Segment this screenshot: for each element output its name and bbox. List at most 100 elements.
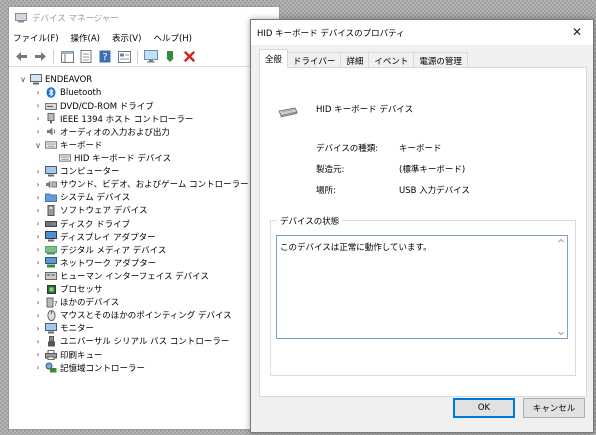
tab-general[interactable]: 全般: [259, 49, 289, 68]
tree-category-label: オーディオの入力および出力: [60, 127, 170, 138]
tree-category-label: マウスとそのほかのポインティング デバイス: [60, 311, 232, 322]
update-driver-icon[interactable]: [162, 49, 178, 65]
expand-chevron-icon[interactable]: ›: [33, 101, 43, 110]
expand-chevron-icon[interactable]: ›: [33, 311, 43, 320]
expand-chevron-icon[interactable]: ›: [33, 219, 43, 228]
monitor-icon: [45, 322, 57, 334]
usb-icon: [45, 335, 57, 347]
expand-chevron-icon[interactable]: ›: [33, 258, 43, 267]
collapse-chevron-icon[interactable]: ∨: [18, 75, 28, 84]
expand-chevron-icon[interactable]: ›: [33, 206, 43, 215]
device-status-textbox[interactable]: このデバイスは正常に動作しています。: [276, 235, 568, 339]
status-scrollbar[interactable]: [555, 236, 567, 338]
back-arrow-icon[interactable]: [13, 49, 29, 65]
sound-video-icon: [45, 179, 57, 190]
menu-action[interactable]: 操作(A): [71, 32, 100, 44]
expand-chevron-icon[interactable]: ›: [33, 193, 43, 202]
keyboard-icon: [45, 140, 57, 151]
storage-controller-icon: [45, 362, 57, 373]
manufacturer-row: 製造元: (標準キーボード): [316, 163, 465, 175]
expand-chevron-icon[interactable]: ›: [33, 324, 43, 333]
tree-category-other-devices[interactable]: › ? ほかのデバイス: [9, 296, 279, 309]
expand-chevron-icon[interactable]: ›: [33, 88, 43, 97]
menu-file[interactable]: ファイル(F): [13, 32, 59, 44]
expand-chevron-icon[interactable]: ›: [33, 232, 43, 241]
tree-category-monitors[interactable]: › モニター: [9, 322, 279, 335]
menu-help[interactable]: ヘルプ(H): [153, 32, 192, 44]
manufacturer-label: 製造元:: [316, 165, 345, 175]
tree-category-print-queues[interactable]: › 印刷キュー: [9, 348, 279, 361]
unknown-device-icon: ?: [45, 297, 57, 308]
tree-category-ieee1394[interactable]: › IEEE 1394 ホスト コントローラー: [9, 112, 279, 125]
tree-category-sound-video-game[interactable]: › サウンド、ビデオ、およびゲーム コントローラー: [9, 178, 279, 191]
tree-category-network-adapters[interactable]: › ネットワーク アダプター: [9, 256, 279, 269]
tree-category-label: ヒューマン インターフェイス デバイス: [60, 271, 209, 282]
tree-category-disk-drives[interactable]: › ディスク ドライブ: [9, 217, 279, 230]
ok-button[interactable]: OK: [453, 398, 515, 418]
help-icon[interactable]: ?: [97, 49, 113, 65]
location-value: USB 入力デバイス: [399, 186, 470, 196]
tree-category-bluetooth[interactable]: › Bluetooth: [9, 86, 279, 99]
tree-category-label: キーボード: [60, 141, 103, 152]
tree-category-software-devices[interactable]: › ソフトウェア デバイス: [9, 204, 279, 217]
tree-category-label: ディスプレイ アダプター: [60, 232, 156, 243]
tree-category-label: サウンド、ビデオ、およびゲーム コントローラー: [60, 180, 249, 191]
processor-icon: [45, 284, 57, 295]
collapse-chevron-icon[interactable]: ∨: [33, 141, 43, 150]
tab-events[interactable]: イベント: [368, 52, 415, 68]
tree-category-label: IEEE 1394 ホスト コントローラー: [60, 114, 194, 125]
device-status-text: このデバイスは正常に動作しています。: [280, 243, 432, 253]
expand-chevron-icon[interactable]: ›: [33, 285, 43, 294]
tab-details[interactable]: 詳細: [340, 52, 370, 68]
device-type-value: キーボード: [399, 144, 442, 154]
expand-chevron-icon[interactable]: ›: [33, 363, 43, 372]
tree-category-audio-io[interactable]: › オーディオの入力および出力: [9, 125, 279, 138]
show-hide-tree-icon[interactable]: [59, 49, 75, 65]
cancel-button[interactable]: キャンセル: [523, 398, 585, 418]
tree-category-digital-media[interactable]: › デジタル メディア デバイス: [9, 243, 279, 256]
tree-category-keyboard[interactable]: ∨ キーボード: [9, 138, 279, 152]
toolbar: ?: [9, 47, 279, 67]
tree-category-hid[interactable]: › ヒューマン インターフェイス デバイス: [9, 269, 279, 282]
expand-chevron-icon[interactable]: ›: [33, 167, 43, 176]
tree-category-usb[interactable]: › ユニバーサル シリアル バス コントローラー: [9, 335, 279, 348]
menu-bar: ファイル(F) 操作(A) 表示(V) ヘルプ(H): [9, 29, 279, 47]
expand-chevron-icon[interactable]: ›: [33, 271, 43, 280]
disk-drive-icon: [45, 218, 57, 229]
tab-driver[interactable]: ドライバー: [287, 52, 342, 68]
tree-category-mice[interactable]: › マウスとそのほかのポインティング デバイス: [9, 309, 279, 322]
forward-arrow-icon[interactable]: [32, 49, 48, 65]
tree-category-system-devices[interactable]: › システム デバイス: [9, 191, 279, 204]
digital-media-icon: [45, 244, 57, 255]
tree-category-dvd[interactable]: › DVD/CD-ROM ドライブ: [9, 99, 279, 112]
properties-title: HID キーボード デバイスのプロパティ: [257, 28, 405, 39]
tree-category-storage-controllers[interactable]: › 記憶域コントローラー: [9, 361, 279, 374]
toolbar-separator: [53, 49, 54, 64]
expand-chevron-icon[interactable]: ›: [33, 298, 43, 307]
expand-chevron-icon[interactable]: ›: [33, 180, 43, 189]
tree-device-label: HID キーボード デバイス: [74, 154, 172, 165]
expand-chevron-icon[interactable]: ›: [33, 337, 43, 346]
tree-category-label: ほかのデバイス: [60, 298, 120, 309]
device-manager-title: デバイス マネージャー: [32, 14, 119, 24]
view-resources-icon[interactable]: [116, 49, 132, 65]
scan-hardware-icon[interactable]: [143, 49, 159, 65]
tree-root[interactable]: ∨ ENDEAVOR: [9, 73, 279, 86]
properties-sheet-icon[interactable]: [78, 49, 94, 65]
tree-device-hid-keyboard[interactable]: HID キーボード デバイス: [9, 152, 279, 165]
expand-chevron-icon[interactable]: ›: [33, 350, 43, 359]
tree-category-processors[interactable]: › プロセッサ: [9, 283, 279, 296]
expand-chevron-icon[interactable]: ›: [33, 114, 43, 123]
expand-chevron-icon[interactable]: ›: [33, 245, 43, 254]
tab-power-management[interactable]: 電源の管理: [413, 52, 468, 68]
display-adapter-icon: [45, 231, 57, 242]
expand-chevron-icon[interactable]: ›: [33, 127, 43, 136]
tree-category-display-adapters[interactable]: › ディスプレイ アダプター: [9, 230, 279, 243]
tree-category-computer[interactable]: › コンピューター: [9, 165, 279, 178]
close-icon[interactable]: ✕: [569, 24, 585, 40]
uninstall-device-icon[interactable]: [181, 49, 197, 65]
menu-view[interactable]: 表示(V): [112, 32, 141, 44]
device-manager-titlebar: デバイス マネージャー: [9, 7, 279, 29]
tree-root-label: ENDEAVOR: [45, 74, 93, 85]
device-type-row: デバイスの種類: キーボード: [316, 142, 442, 154]
